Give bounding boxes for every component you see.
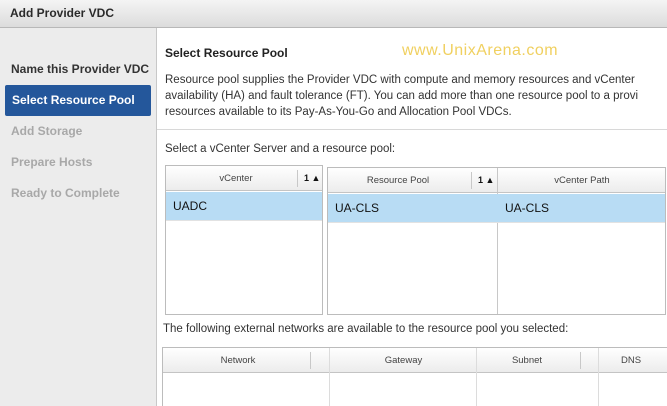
column-header-vcenter-path[interactable]: vCenter Path	[498, 168, 665, 193]
column-divider	[329, 348, 330, 406]
table-row[interactable]: UA-CLS UA-CLS	[328, 194, 665, 222]
column-separator[interactable]	[580, 352, 581, 369]
watermark: www.UnixArena.com	[402, 42, 559, 59]
step-name-provider-vdc[interactable]: Name this Provider VDC	[11, 62, 149, 76]
networks-grid-header: Network Gateway Subnet DNS	[163, 348, 667, 373]
wizard-steps-sidebar: Name this Provider VDC Select Resource P…	[0, 28, 157, 406]
select-prompt: Select a vCenter Server and a resource p…	[165, 143, 396, 155]
vcenter-path-cell: UA-CLS	[505, 201, 550, 215]
row-divider	[328, 222, 665, 223]
vcenter-grid-header: vCenter 1 ▲	[166, 166, 322, 191]
column-header-subnet[interactable]: Subnet	[477, 348, 577, 373]
step-add-storage: Add Storage	[11, 124, 83, 138]
table-row[interactable]: UADC	[166, 192, 322, 220]
networks-prompt: The following external networks are avai…	[163, 323, 569, 335]
column-divider	[497, 168, 498, 314]
step-prepare-hosts: Prepare Hosts	[11, 155, 93, 169]
column-separator[interactable]	[310, 352, 311, 369]
divider	[157, 129, 667, 130]
row-divider	[166, 220, 322, 221]
vcenter-grid: vCenter 1 ▲ UADC	[165, 165, 323, 315]
column-header-network[interactable]: Network	[163, 348, 313, 373]
main-content: Select Resource Pool www.UnixArena.com R…	[157, 28, 667, 406]
column-header-resource-pool[interactable]: Resource Pool	[328, 168, 468, 193]
column-header-vcenter[interactable]: vCenter	[166, 166, 306, 191]
step-ready-to-complete: Ready to Complete	[11, 186, 120, 200]
column-divider	[476, 348, 477, 406]
column-separator[interactable]	[297, 170, 298, 187]
column-header-dns[interactable]: DNS	[599, 348, 663, 373]
vcenter-cell: UADC	[173, 199, 208, 213]
sort-indicator-icon[interactable]: 1 ▲	[304, 173, 320, 183]
column-header-gateway[interactable]: Gateway	[330, 348, 477, 373]
column-divider	[598, 348, 599, 406]
column-separator[interactable]	[471, 172, 472, 189]
description: Resource pool supplies the Provider VDC …	[165, 72, 667, 120]
description-line-3: resources available to its Pay-As-You-Go…	[165, 106, 512, 118]
resource-pool-grid: Resource Pool 1 ▲ vCenter Path UA-CLS UA…	[327, 167, 666, 315]
sort-indicator-icon[interactable]: 1 ▲	[478, 175, 494, 185]
description-line-1: Resource pool supplies the Provider VDC …	[165, 74, 635, 86]
description-line-2: availability (HA) and fault tolerance (F…	[165, 90, 639, 102]
dialog-title: Add Provider VDC	[0, 0, 667, 28]
page-title: Select Resource Pool	[165, 46, 288, 60]
step-select-resource-pool[interactable]: Select Resource Pool	[5, 85, 151, 116]
external-networks-grid: Network Gateway Subnet DNS	[162, 347, 667, 406]
resource-pool-cell: UA-CLS	[335, 201, 380, 215]
